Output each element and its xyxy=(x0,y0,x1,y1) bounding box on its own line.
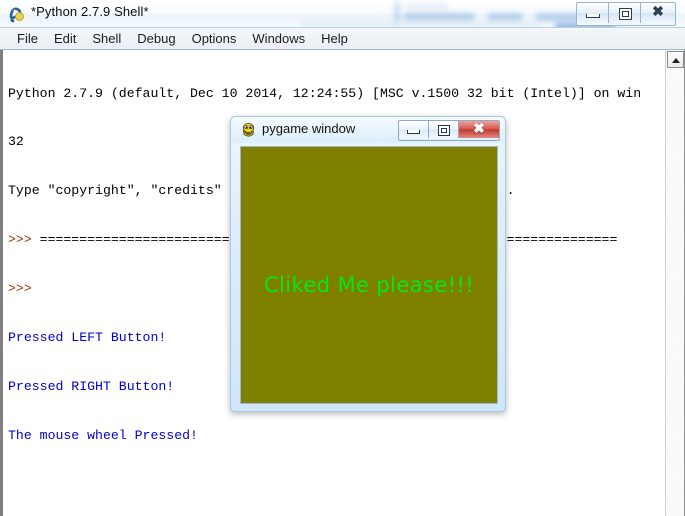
minimize-icon xyxy=(586,14,600,18)
window-title-bar[interactable]: *Python 2.7.9 Shell* ✖ xyxy=(0,0,685,28)
close-icon: ✖ xyxy=(652,5,664,20)
close-button[interactable]: ✖ xyxy=(641,3,675,23)
shell-line: Python 2.7.9 (default, Dec 10 2014, 12:2… xyxy=(8,85,642,101)
menu-item-windows[interactable]: Windows xyxy=(244,29,313,49)
menu-item-file[interactable]: File xyxy=(9,29,46,49)
menu-item-debug[interactable]: Debug xyxy=(129,29,183,49)
pygame-mascot-icon xyxy=(240,122,257,139)
menu-item-options[interactable]: Options xyxy=(184,29,245,49)
glass-artifact xyxy=(395,2,399,24)
python-idle-icon xyxy=(8,5,26,23)
pygame-title-bar[interactable]: pygame window ✖ xyxy=(231,117,505,143)
glass-artifact xyxy=(406,4,448,9)
maximize-icon xyxy=(438,125,450,136)
pygame-canvas-text: Cliked Me please!!! xyxy=(263,273,475,297)
pygame-canvas[interactable]: Cliked Me please!!! xyxy=(240,146,498,404)
menu-bar: File Edit Shell Debug Options Windows He… xyxy=(0,28,685,50)
menu-item-edit[interactable]: Edit xyxy=(46,29,84,49)
shell-line: The mouse wheel Pressed! xyxy=(8,427,198,443)
pygame-maximize-button[interactable] xyxy=(429,121,459,138)
glass-artifact xyxy=(404,13,474,21)
maximize-icon xyxy=(619,8,632,20)
window-caption-buttons[interactable]: ✖ xyxy=(576,2,676,26)
minimize-icon xyxy=(407,130,420,134)
pygame-minimize-button[interactable] xyxy=(399,121,429,138)
window-title: *Python 2.7.9 Shell* xyxy=(31,4,149,19)
shell-prompt: >>> xyxy=(8,232,40,248)
vertical-scrollbar[interactable] xyxy=(665,50,684,516)
close-icon: ✖ xyxy=(473,121,485,137)
pygame-close-button[interactable]: ✖ xyxy=(459,121,499,138)
maximize-button[interactable] xyxy=(609,3,641,23)
pygame-window[interactable]: pygame window ✖ Cliked Me please!!! xyxy=(230,116,506,412)
pygame-window-title: pygame window xyxy=(262,121,356,136)
menu-item-shell[interactable]: Shell xyxy=(84,29,129,49)
pygame-caption-buttons[interactable]: ✖ xyxy=(398,120,500,141)
menu-item-help[interactable]: Help xyxy=(313,29,356,49)
scroll-up-arrow-icon[interactable] xyxy=(667,51,684,68)
minimize-button[interactable] xyxy=(577,3,609,23)
python-shell-window: *Python 2.7.9 Shell* ✖ File Edit Shell D… xyxy=(0,0,685,516)
glass-artifact xyxy=(488,13,522,21)
